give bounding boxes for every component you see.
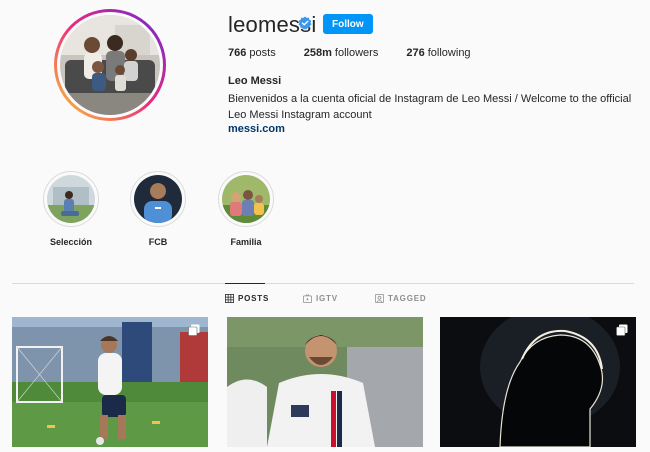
tab-tagged[interactable]: TAGGED <box>375 294 426 303</box>
highlight-cover-image <box>47 175 95 223</box>
following-count: 276 <box>406 47 425 59</box>
highlight-cover-image <box>222 175 270 223</box>
highlight-familia[interactable]: Familia <box>216 171 276 247</box>
tab-igtv-label: IGTV <box>316 294 338 303</box>
post-thumbnail[interactable] <box>440 317 636 447</box>
verified-badge-icon <box>298 16 312 30</box>
post-image <box>12 317 208 447</box>
highlight-cover-image <box>134 175 182 223</box>
following-link[interactable]: 276 following <box>406 47 470 59</box>
profile-stats: 766 posts 258m followers 276 following <box>228 47 471 59</box>
igtv-icon <box>303 294 312 303</box>
posts-count-stat: 766 posts <box>228 47 276 59</box>
profile-avatar[interactable] <box>54 9 166 121</box>
tagged-icon <box>375 294 384 303</box>
highlight-seleccion[interactable]: Selección <box>41 171 101 247</box>
avatar-border <box>57 12 163 118</box>
profile-full-name: Leo Messi <box>228 75 282 87</box>
tabs-divider <box>12 283 634 284</box>
highlight-ring <box>218 171 274 227</box>
posts-label: posts <box>249 47 276 59</box>
highlight-label: FCB <box>148 237 168 247</box>
follow-button[interactable]: Follow <box>323 14 373 34</box>
profile-website-link[interactable]: messi.com <box>228 123 285 135</box>
profile-bio: Bienvenidos a la cuenta oficial de Insta… <box>228 93 632 121</box>
followers-link[interactable]: 258m followers <box>304 47 379 59</box>
highlight-ring <box>43 171 99 227</box>
followers-count: 258m <box>303 47 332 59</box>
post-thumbnail[interactable] <box>227 317 423 447</box>
highlight-label: Familia <box>230 237 262 247</box>
highlight-label: Selección <box>49 237 93 247</box>
multiple-posts-icon <box>188 324 200 336</box>
post-image <box>227 317 423 447</box>
post-thumbnail[interactable] <box>12 317 208 447</box>
grid-icon <box>225 294 234 303</box>
highlight-ring <box>130 171 186 227</box>
tab-posts-label: POSTS <box>238 294 270 303</box>
posts-count: 766 <box>228 47 247 59</box>
following-label: following <box>427 47 471 59</box>
followers-label: followers <box>334 47 379 59</box>
tab-posts[interactable]: POSTS <box>225 294 269 303</box>
highlight-fcb[interactable]: FCB <box>128 171 188 247</box>
tab-tagged-label: TAGGED <box>388 294 427 303</box>
active-tab-indicator <box>225 283 265 284</box>
multiple-posts-icon <box>616 324 628 336</box>
avatar-image <box>60 15 160 115</box>
tab-igtv[interactable]: IGTV <box>303 294 338 303</box>
post-image <box>440 317 636 447</box>
